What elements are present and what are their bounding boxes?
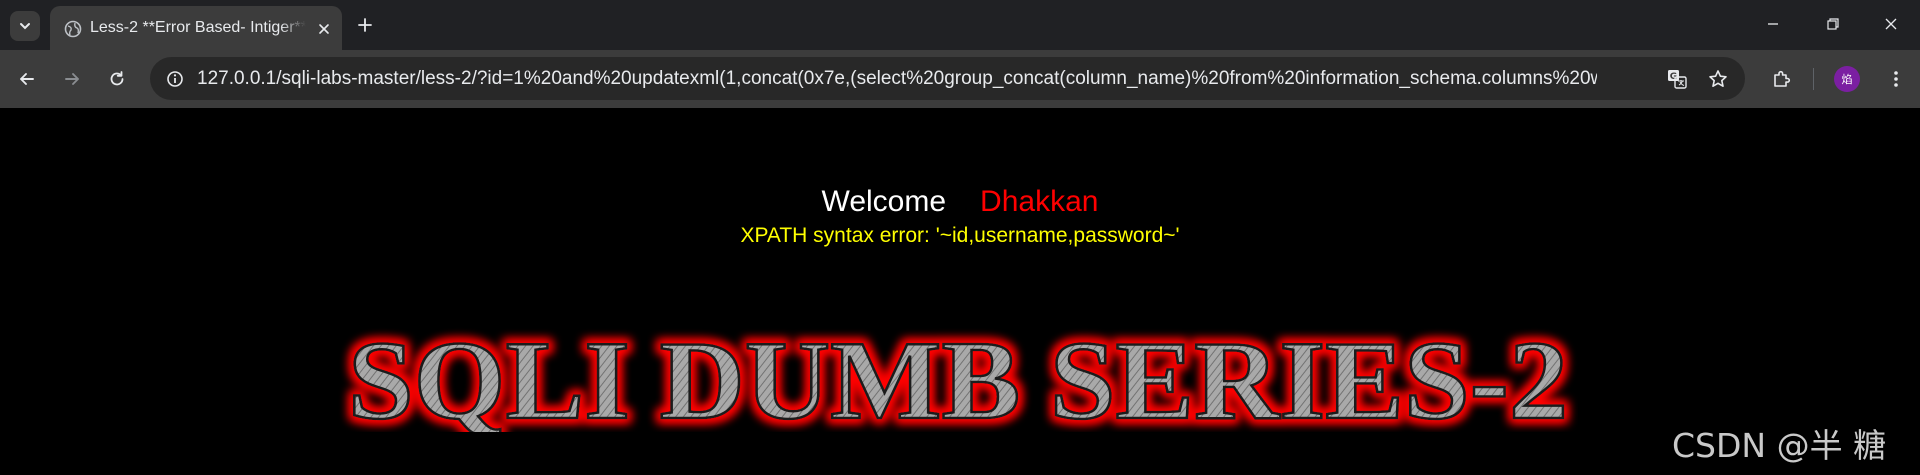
url-text[interactable]: 127.0.0.1/sqli-labs-master/less-2/?id=1%…: [197, 68, 1597, 90]
bookmark-star-button[interactable]: [1703, 64, 1733, 94]
chevron-down-icon: [20, 23, 30, 30]
plus-icon: [358, 18, 372, 32]
translate-icon: G: [1668, 70, 1687, 89]
translate-button[interactable]: G: [1662, 64, 1692, 94]
address-bar[interactable]: 127.0.0.1/sqli-labs-master/less-2/?id=1%…: [150, 57, 1745, 100]
profile-avatar[interactable]: 焰: [1834, 66, 1860, 92]
back-button[interactable]: [11, 63, 43, 95]
tab-title: Less-2 **Error Based- Intiger**: [90, 19, 306, 36]
tab-strip: Less-2 **Error Based- Intiger**: [0, 0, 1920, 50]
arrow-left-icon: [20, 73, 34, 85]
username-text: Dhakkan: [980, 185, 1099, 218]
tab-search-button[interactable]: [10, 11, 40, 41]
welcome-line: Welcome Dhakkan: [0, 184, 1920, 220]
more-vertical-icon: [1894, 71, 1898, 87]
restore-button[interactable]: [1804, 0, 1862, 48]
browser-tab[interactable]: Less-2 **Error Based- Intiger**: [50, 6, 342, 50]
restore-icon: [1827, 18, 1839, 30]
extensions-button[interactable]: [1766, 63, 1798, 95]
welcome-text: Welcome: [821, 185, 947, 218]
star-icon: [1709, 70, 1727, 87]
puzzle-icon: [1774, 70, 1791, 87]
globe-icon: [64, 20, 82, 38]
series-banner: SQLI DUMB SERIES-2: [347, 322, 1570, 432]
site-info-button[interactable]: [160, 64, 190, 94]
forward-button[interactable]: [56, 63, 88, 95]
close-icon: [1885, 18, 1897, 30]
tab-close-button[interactable]: [314, 19, 334, 39]
browser-menu-button[interactable]: [1880, 63, 1912, 95]
reload-button[interactable]: [101, 63, 133, 95]
info-icon: [167, 71, 183, 87]
close-icon: [319, 24, 329, 34]
csdn-watermark: CSDN @半 糖: [1672, 426, 1887, 465]
browser-toolbar: 127.0.0.1/sqli-labs-master/less-2/?id=1%…: [0, 50, 1920, 108]
error-message: XPATH syntax error: '~id,username,passwo…: [740, 224, 1180, 247]
arrow-right-icon: [65, 73, 79, 85]
reload-icon: [110, 71, 124, 86]
banner-title: SQLI DUMB SERIES-2: [348, 322, 1568, 432]
window-close-button[interactable]: [1862, 0, 1920, 48]
page-content: Welcome Dhakkan XPATH syntax error: '~id,…: [0, 108, 1920, 475]
toolbar-divider: [1813, 68, 1814, 90]
new-tab-button[interactable]: [352, 12, 378, 38]
minimize-button[interactable]: [1744, 0, 1802, 48]
minimize-icon: [1768, 23, 1778, 25]
